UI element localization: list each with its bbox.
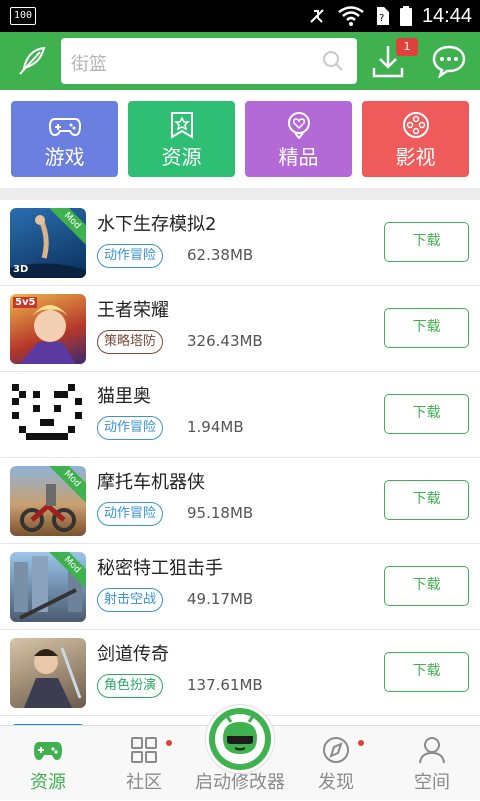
app-name: 剑道传奇 (97, 644, 169, 665)
download-button[interactable]: 下载 (384, 222, 469, 262)
app-name: 猫里奥 (97, 386, 151, 407)
category-label: 精品 (278, 145, 319, 169)
search-icon[interactable] (321, 49, 345, 73)
bookmark-star-icon (171, 112, 193, 139)
list-item[interactable]: 猫里奥 动作冒险 1.94MB 下载 (0, 372, 480, 458)
tab-space[interactable]: 空间 (384, 726, 480, 801)
app-thumbnail: 5v5 (10, 294, 86, 364)
category-label: 资源 (161, 145, 202, 169)
battery-icon (399, 6, 412, 26)
tab-label: 社区 (126, 772, 162, 793)
download-button[interactable]: 下载 (384, 394, 469, 434)
list-item[interactable]: Mod 秘密特工狙击手 射击空战 49.17MB 下载 (0, 544, 480, 630)
thumb-badge: 3D (13, 264, 29, 275)
app-size: 326.43MB (187, 332, 263, 350)
download-button[interactable]: 下载 (384, 652, 469, 692)
list-item[interactable]: 剑道传奇 角色扮演 137.61MB 下载 (0, 630, 480, 716)
app-tag: 动作冒险 (97, 416, 164, 440)
app-tag: 动作冒险 (97, 502, 164, 526)
wifi-icon (338, 6, 364, 26)
svg-text:?: ? (379, 13, 384, 24)
swordsman-image (24, 647, 82, 708)
tab-label: 空间 (414, 772, 450, 793)
tab-resources[interactable]: 资源 (0, 726, 96, 801)
list-item[interactable]: 3D Mod 水下生存模拟2 动作冒险 62.38MB 下载 (0, 200, 480, 286)
launcher-mascot-icon (215, 714, 265, 764)
pixel-cat-image (12, 384, 82, 440)
category-tiles: 游戏 资源 精品 影视 (0, 90, 480, 188)
notification-dot (358, 740, 364, 746)
heart-badge-icon (288, 112, 310, 139)
tab-label: 资源 (30, 772, 66, 793)
tab-community[interactable]: 社区 (96, 726, 192, 801)
category-premium[interactable]: 精品 (245, 101, 352, 177)
category-resources[interactable]: 资源 (128, 101, 235, 177)
grid-icon (131, 737, 157, 763)
app-tag: 策略塔防 (97, 330, 164, 354)
app-list: 3D Mod 水下生存模拟2 动作冒险 62.38MB 下载 5v5 王者荣耀 … (0, 200, 480, 725)
app-size: 49.17MB (187, 590, 254, 608)
user-icon (419, 737, 445, 764)
app-size: 95.18MB (187, 504, 254, 522)
category-games[interactable]: 游戏 (11, 101, 118, 177)
download-button[interactable]: 下载 (384, 308, 469, 348)
download-button[interactable]: 下载 (384, 480, 469, 520)
app-size: 62.38MB (187, 246, 254, 264)
top-bar: 街篮 1 (0, 32, 480, 90)
app-thumbnail: Mod (10, 466, 86, 536)
section-divider (0, 188, 480, 200)
chat-icon[interactable] (431, 44, 467, 78)
status-bar: 100 ? 14:44 (0, 0, 480, 32)
app-tag: 动作冒险 (97, 244, 164, 268)
category-videos[interactable]: 影视 (362, 101, 469, 177)
app-tag: 射击空战 (97, 588, 164, 612)
app-name: 水下生存模拟2 (97, 214, 217, 235)
search-placeholder: 街篮 (71, 54, 107, 75)
app-size: 1.94MB (187, 418, 244, 436)
app-name: 秘密特工狙击手 (97, 558, 223, 579)
launcher-button[interactable] (206, 705, 274, 773)
status-badge: 100 (10, 7, 36, 25)
film-reel-icon (403, 112, 429, 138)
app-name: 摩托车机器侠 (97, 472, 205, 493)
tab-label: 发现 (318, 772, 354, 793)
download-count-badge: 1 (396, 38, 418, 56)
search-input[interactable]: 街篮 (61, 38, 357, 84)
status-time: 14:44 (421, 4, 472, 27)
feather-logo-icon[interactable] (14, 44, 48, 78)
category-label: 影视 (395, 145, 436, 169)
list-item[interactable]: Mod 摩托车机器侠 动作冒险 95.18MB 下载 (0, 458, 480, 544)
download-button[interactable]: 下载 (384, 566, 469, 606)
gamepad-icon (34, 742, 62, 760)
app-name: 王者荣耀 (97, 300, 169, 321)
tab-discover[interactable]: 发现 (288, 726, 384, 801)
category-label: 游戏 (44, 145, 85, 169)
app-thumbnail: 3D Mod (10, 208, 86, 278)
notification-dot (166, 740, 172, 746)
compass-icon (323, 737, 349, 763)
app-size: 137.61MB (187, 676, 263, 694)
gamepad-icon (49, 118, 81, 137)
app-thumbnail (10, 380, 86, 450)
list-item[interactable]: 5v5 王者荣耀 策略塔防 326.43MB 下载 (0, 286, 480, 372)
app-thumbnail: Mod (10, 552, 86, 622)
app-tag: 角色扮演 (97, 674, 164, 698)
mute-icon (310, 9, 324, 23)
app-thumbnail (10, 638, 86, 708)
thumb-badge: 5v5 (13, 297, 38, 308)
sim-icon: ? (376, 7, 389, 25)
